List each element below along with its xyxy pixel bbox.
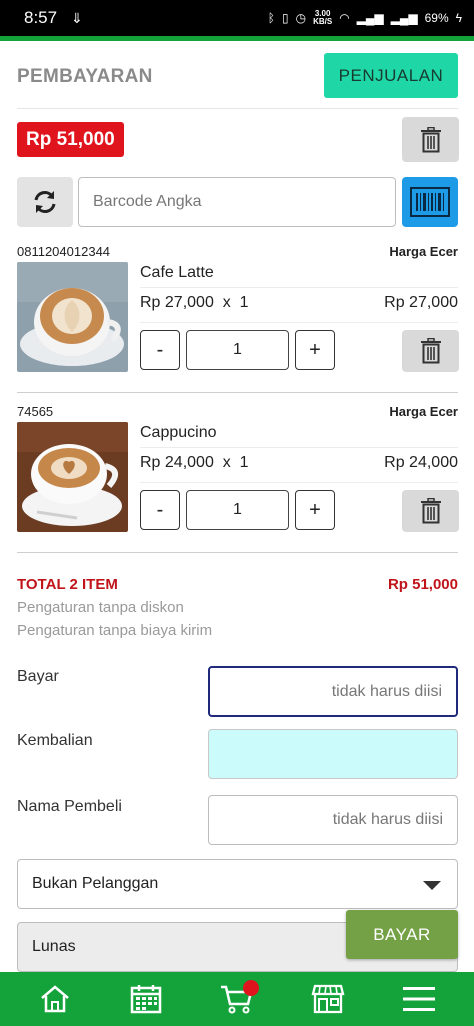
remove-item-button[interactable] — [402, 330, 459, 372]
item-divider — [140, 482, 458, 483]
store-icon — [311, 984, 345, 1014]
item-code: 0811204012344 — [17, 244, 111, 259]
download-icon: ⇓ — [71, 9, 83, 26]
home-icon — [41, 985, 70, 1013]
buyer-name-label: Nama Pembeli — [17, 798, 122, 815]
item-code: 74565 — [17, 404, 54, 419]
nav-menu[interactable] — [393, 976, 445, 1022]
item-image — [17, 422, 128, 532]
discount-setting-link[interactable]: Pengaturan tanpa diskon — [17, 599, 184, 616]
nav-home[interactable] — [29, 976, 81, 1022]
total-amount: Rp 51,000 — [387, 576, 458, 593]
barcode-scan-button[interactable] — [402, 177, 458, 227]
item-name: Cappucino — [140, 424, 217, 441]
network-speed: 3.00 KB/S — [313, 9, 333, 26]
change-label: Kembalian — [17, 732, 93, 749]
decrease-qty-button[interactable]: - — [140, 330, 180, 370]
nav-store[interactable] — [302, 976, 354, 1022]
item-image — [17, 262, 128, 372]
item-separator — [17, 552, 458, 553]
nav-calendar[interactable] — [120, 976, 172, 1022]
change-field — [208, 729, 458, 779]
shipping-setting-link[interactable]: Pengaturan tanpa biaya kirim — [17, 622, 212, 639]
cart-total-badge: Rp 51,000 — [17, 122, 124, 157]
total-items-label: TOTAL 2 ITEM — [17, 576, 118, 593]
bottom-nav — [0, 972, 474, 1026]
item-subtotal: Rp 24,000 — [384, 454, 458, 471]
qty-input[interactable]: 1 — [186, 490, 289, 530]
header-divider — [17, 108, 458, 109]
clear-cart-button[interactable] — [402, 117, 459, 162]
nav-cart[interactable] — [211, 976, 263, 1022]
item-divider — [140, 447, 458, 448]
barcode-icon — [410, 187, 450, 217]
barcode-input[interactable] — [78, 177, 396, 227]
qty-input[interactable]: 1 — [186, 330, 289, 370]
signal-icon-2: ▂▄▆ — [390, 11, 418, 25]
item-price-qty: Rp 24,000 x 1 — [140, 454, 249, 471]
pay-amount-input[interactable] — [208, 666, 458, 717]
increase-qty-button[interactable]: + — [295, 330, 335, 370]
trash-icon — [420, 126, 441, 152]
cart-notification-dot — [242, 980, 259, 996]
remove-item-button[interactable] — [402, 490, 459, 532]
chevron-down-icon — [423, 881, 441, 890]
pay-button[interactable]: BAYAR — [346, 910, 458, 959]
alarm-icon: ◷ — [295, 11, 307, 25]
menu-icon — [402, 987, 435, 1011]
wifi-icon: ◠ — [339, 11, 350, 25]
item-divider — [140, 322, 458, 323]
charging-icon: ϟ — [455, 11, 462, 25]
cart-item: 74565 Harga Ecer Cappucino Rp 24,000 x 1… — [0, 404, 474, 554]
item-separator — [17, 392, 458, 393]
item-subtotal: Rp 27,000 — [384, 294, 458, 311]
cart-item: 0811204012344 Harga Ecer Cafe Latte Rp 2… — [0, 244, 474, 394]
refresh-button[interactable] — [17, 177, 73, 227]
decrease-qty-button[interactable]: - — [140, 490, 180, 530]
refresh-icon — [34, 191, 56, 213]
calendar-icon — [130, 985, 162, 1014]
sales-button[interactable]: PENJUALAN — [324, 53, 458, 98]
payment-status-value: Lunas — [32, 938, 76, 955]
trash-icon — [420, 338, 441, 364]
increase-qty-button[interactable]: + — [295, 490, 335, 530]
status-time: 8:57 — [24, 8, 58, 27]
status-icons: ᛒ ▯ ◷ 3.00 KB/S ◠ ▂▄▆ ▂▄▆ 69% ϟ — [268, 10, 462, 26]
item-price-type: Harga Ecer — [389, 404, 458, 419]
customer-select-value: Bukan Pelanggan — [32, 875, 159, 892]
page-title: PEMBAYARAN — [17, 66, 153, 87]
item-divider — [140, 287, 458, 288]
trash-icon — [420, 498, 441, 524]
bluetooth-icon: ᛒ — [267, 11, 275, 25]
item-price-qty: Rp 27,000 x 1 — [140, 294, 249, 311]
item-name: Cafe Latte — [140, 264, 214, 281]
item-price-type: Harga Ecer — [389, 244, 458, 259]
signal-icon: ▂▄▆ — [356, 11, 384, 25]
top-accent-line — [0, 36, 474, 41]
pay-label: Bayar — [17, 668, 59, 685]
status-bar: 8:57 ⇓ ᛒ ▯ ◷ 3.00 KB/S ◠ ▂▄▆ ▂▄▆ 69% ϟ — [0, 0, 474, 36]
vibrate-icon: ▯ — [281, 11, 289, 25]
battery-level: 69% — [424, 11, 449, 25]
customer-select[interactable]: Bukan Pelanggan — [17, 859, 458, 909]
buyer-name-input[interactable] — [208, 795, 458, 845]
